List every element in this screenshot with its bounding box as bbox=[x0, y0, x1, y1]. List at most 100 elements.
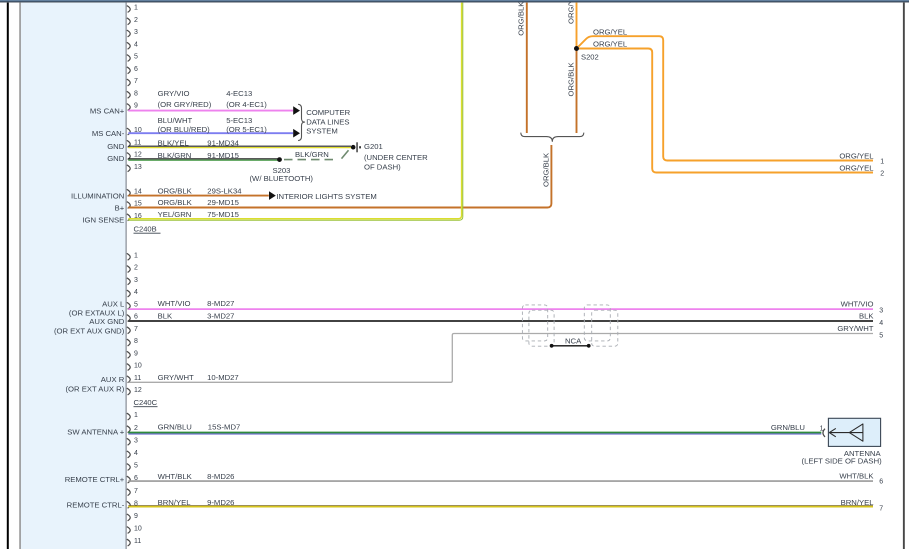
svg-text:3-MD27: 3-MD27 bbox=[207, 311, 234, 320]
svg-text:GRY/WHT: GRY/WHT bbox=[837, 324, 873, 333]
svg-text:ORG/BLK: ORG/BLK bbox=[158, 186, 193, 195]
svg-text:(OR BLU/RED): (OR BLU/RED) bbox=[158, 125, 211, 134]
svg-text:ORG/YEL: ORG/YEL bbox=[839, 163, 874, 172]
svg-text:11: 11 bbox=[134, 139, 141, 146]
svg-text:12: 12 bbox=[134, 152, 142, 159]
svg-text:GND: GND bbox=[107, 154, 125, 163]
svg-text:5-EC13: 5-EC13 bbox=[226, 116, 252, 125]
svg-text:GRN/BLU: GRN/BLU bbox=[771, 423, 805, 432]
svg-text:1: 1 bbox=[134, 252, 138, 259]
svg-text:MS CAN+: MS CAN+ bbox=[90, 107, 125, 116]
svg-text:1: 1 bbox=[134, 5, 138, 12]
svg-text:2: 2 bbox=[134, 425, 138, 432]
svg-text:29-MD15: 29-MD15 bbox=[207, 198, 239, 207]
svg-text:8-MD27: 8-MD27 bbox=[207, 299, 234, 308]
svg-text:29S-LK34: 29S-LK34 bbox=[207, 186, 242, 195]
svg-text:5: 5 bbox=[134, 54, 138, 61]
svg-text:11: 11 bbox=[134, 375, 141, 382]
svg-text:13: 13 bbox=[134, 164, 142, 171]
svg-text:GRY/VIO: GRY/VIO bbox=[158, 89, 190, 98]
svg-text:ORG/BLK: ORG/BLK bbox=[567, 61, 576, 96]
svg-text:14: 14 bbox=[134, 188, 142, 195]
svg-text:9-MD26: 9-MD26 bbox=[207, 498, 234, 507]
svg-text:C240B: C240B bbox=[134, 225, 157, 234]
svg-text:BRN/YEL: BRN/YEL bbox=[841, 498, 875, 507]
svg-text:11: 11 bbox=[134, 538, 141, 545]
svg-text:(LEFT SIDE OF DASH): (LEFT SIDE OF DASH) bbox=[802, 456, 883, 465]
svg-text:AUX R: AUX R bbox=[101, 375, 125, 384]
svg-text:9: 9 bbox=[134, 350, 138, 357]
svg-text:DATA LINES: DATA LINES bbox=[306, 117, 349, 126]
svg-text:6: 6 bbox=[134, 314, 138, 321]
svg-text:OF DASH): OF DASH) bbox=[364, 163, 401, 172]
svg-text:G201: G201 bbox=[364, 142, 383, 151]
svg-text:6: 6 bbox=[879, 478, 883, 485]
svg-text:(OR EXT AUX R): (OR EXT AUX R) bbox=[65, 385, 124, 394]
svg-text:10-MD27: 10-MD27 bbox=[207, 373, 239, 382]
svg-text:ORG/YEL: ORG/YEL bbox=[567, 0, 576, 24]
svg-text:SW ANTENNA +: SW ANTENNA + bbox=[67, 427, 125, 436]
svg-text:15S-MD7: 15S-MD7 bbox=[208, 422, 240, 431]
svg-text:9: 9 bbox=[134, 103, 138, 110]
svg-text:2: 2 bbox=[134, 265, 138, 272]
svg-text:BLK/GRN: BLK/GRN bbox=[158, 151, 192, 160]
svg-text:4: 4 bbox=[879, 320, 883, 327]
svg-text:WHT/BLK: WHT/BLK bbox=[158, 472, 193, 481]
svg-text:4: 4 bbox=[134, 41, 138, 48]
svg-text:9: 9 bbox=[134, 513, 138, 520]
svg-text:4-EC13: 4-EC13 bbox=[226, 89, 252, 98]
svg-text:5: 5 bbox=[134, 301, 138, 308]
svg-text:1: 1 bbox=[880, 158, 884, 165]
svg-text:4: 4 bbox=[134, 450, 138, 457]
svg-text:ORG/BLK: ORG/BLK bbox=[516, 1, 525, 36]
svg-text:WHT/BLK: WHT/BLK bbox=[839, 471, 874, 480]
svg-text:REMOTE CTRL-: REMOTE CTRL- bbox=[67, 500, 125, 509]
svg-text:BLU/WHT: BLU/WHT bbox=[158, 116, 193, 125]
svg-text:WHT/VIO: WHT/VIO bbox=[158, 299, 191, 308]
svg-text:5: 5 bbox=[879, 332, 883, 339]
svg-text:3: 3 bbox=[134, 29, 138, 36]
svg-text:AUX GND: AUX GND bbox=[89, 317, 124, 326]
svg-text:REMOTE CTRL+: REMOTE CTRL+ bbox=[65, 475, 125, 484]
svg-text:GRN/BLU: GRN/BLU bbox=[158, 422, 192, 431]
svg-text:7: 7 bbox=[879, 505, 883, 512]
svg-text:75-MD15: 75-MD15 bbox=[207, 210, 239, 219]
svg-text:GND: GND bbox=[107, 142, 125, 151]
svg-text:1: 1 bbox=[134, 412, 138, 419]
svg-text:BLK/GRN: BLK/GRN bbox=[295, 150, 329, 159]
svg-text:10: 10 bbox=[134, 526, 142, 533]
svg-text:ORG/YEL: ORG/YEL bbox=[839, 151, 874, 160]
svg-text:4: 4 bbox=[134, 289, 138, 296]
svg-text:(OR EXT AUX GND): (OR EXT AUX GND) bbox=[54, 327, 125, 336]
svg-text:(W/ BLUETOOTH): (W/ BLUETOOTH) bbox=[250, 174, 314, 183]
svg-text:ILLUMINATION: ILLUMINATION bbox=[71, 191, 124, 200]
svg-text:8-MD26: 8-MD26 bbox=[207, 472, 234, 481]
svg-text:(OR GRY/RED): (OR GRY/RED) bbox=[158, 100, 212, 109]
svg-text:5: 5 bbox=[134, 463, 138, 470]
svg-text:10: 10 bbox=[134, 363, 142, 370]
svg-text:BLK/YEL: BLK/YEL bbox=[158, 138, 190, 147]
svg-text:MS CAN-: MS CAN- bbox=[92, 129, 125, 138]
svg-text:IGN SENSE: IGN SENSE bbox=[82, 215, 124, 224]
svg-text:91-MD34: 91-MD34 bbox=[207, 138, 239, 147]
svg-text:2: 2 bbox=[134, 17, 138, 24]
svg-text:6: 6 bbox=[134, 66, 138, 73]
svg-text:91-MD15: 91-MD15 bbox=[207, 151, 239, 160]
svg-text:3: 3 bbox=[879, 307, 883, 314]
svg-text:(UNDER CENTER: (UNDER CENTER bbox=[364, 153, 428, 162]
svg-text:S202: S202 bbox=[581, 52, 599, 61]
svg-text:8: 8 bbox=[134, 90, 138, 97]
svg-text:3: 3 bbox=[134, 277, 138, 284]
svg-text:ORG/YEL: ORG/YEL bbox=[593, 39, 628, 48]
svg-text:BLK: BLK bbox=[859, 312, 874, 321]
svg-text:C240C: C240C bbox=[134, 398, 158, 407]
svg-text:7: 7 bbox=[134, 78, 138, 85]
svg-text:12: 12 bbox=[134, 387, 142, 394]
svg-text:(OR 5-EC1): (OR 5-EC1) bbox=[226, 125, 267, 134]
svg-text:BLK: BLK bbox=[158, 311, 173, 320]
svg-text:BRN/YEL: BRN/YEL bbox=[158, 498, 192, 507]
svg-text:ORG/BLK: ORG/BLK bbox=[541, 152, 550, 187]
svg-text:WHT/VIO: WHT/VIO bbox=[841, 299, 874, 308]
svg-text:B+: B+ bbox=[115, 203, 125, 212]
svg-text:2: 2 bbox=[880, 170, 884, 177]
